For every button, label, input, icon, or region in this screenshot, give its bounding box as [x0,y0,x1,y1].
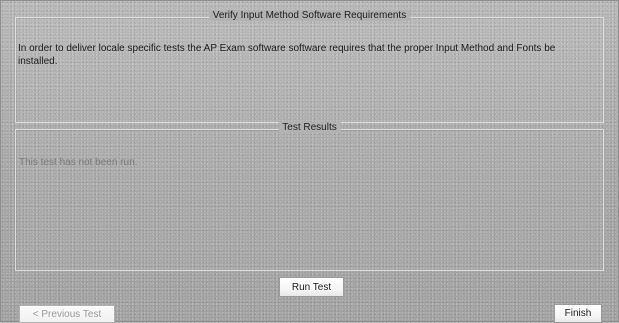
run-test-button[interactable]: Run Test [279,277,344,297]
previous-test-button[interactable]: < Previous Test [19,305,115,323]
requirements-description: In order to deliver locale specific test… [18,43,556,67]
requirements-title: Verify Input Method Software Requirement… [208,10,411,21]
installer-window: Verify Input Method Software Requirement… [0,0,619,323]
requirements-group: Verify Input Method Software Requirement… [15,10,604,123]
test-results-status: This test has not been run. [19,157,138,168]
finish-button[interactable]: Finish [554,304,602,323]
test-results-group: Test Results This test has not been run. [15,122,604,271]
test-results-title: Test Results [278,122,341,133]
